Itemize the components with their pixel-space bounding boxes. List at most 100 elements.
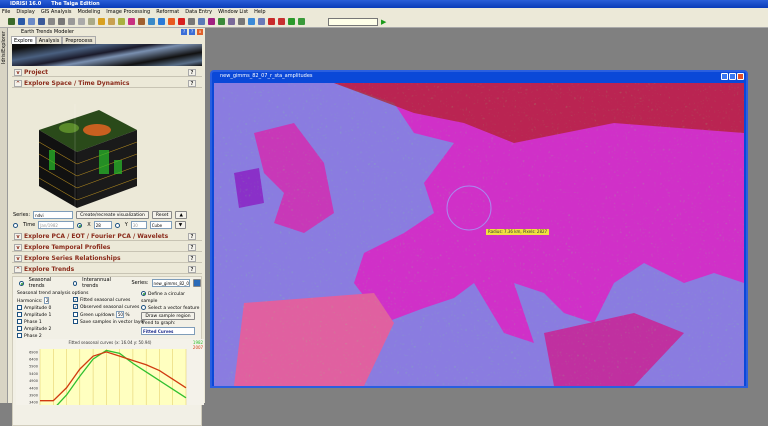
toolbar-tool-icon[interactable] [98,18,105,25]
idrisi-explorer-tab[interactable]: IdrisiExplorer [0,28,8,403]
y-radio[interactable] [114,222,120,228]
series-select[interactable]: ndvi [33,211,74,219]
section-relationships[interactable]: v Explore Series Relationships? [12,254,202,263]
time-select[interactable]: Jan/1982 [38,221,75,229]
toolbar-tool-icon[interactable] [238,18,245,25]
section-trends[interactable]: ^ Explore Trends? [12,265,202,274]
check-item[interactable]: Amplitude 2 [17,326,88,333]
expand-icon[interactable]: v [14,69,22,76]
menu-reformat[interactable]: Reformat [156,8,179,16]
harmonics-spinner[interactable]: 2 [43,297,50,304]
interannual-radio[interactable] [72,280,78,286]
circular-sample-radio[interactable] [141,291,146,296]
green-spinner[interactable]: 50 [115,311,124,318]
toolbar-tool-icon[interactable] [298,18,305,25]
section-pca[interactable]: v Explore PCA / EOT / Fourier PCA / Wavel… [12,232,202,241]
toolbar-tool-icon[interactable] [68,18,75,25]
toolbar-tool-icon[interactable] [228,18,235,25]
collapse-icon[interactable]: ^ [14,80,22,87]
toolbar-tool-icon[interactable] [198,18,205,25]
checkbox[interactable] [17,305,22,310]
checkbox[interactable] [17,312,22,317]
toolbar-tool-icon[interactable] [178,18,185,25]
play-icon[interactable]: ▶ [381,18,386,26]
shape-select[interactable]: Cube [149,221,172,229]
help-icon[interactable]: ? [181,29,187,35]
menu-display[interactable]: Display [16,8,34,16]
seasonal-radio[interactable] [19,280,24,286]
time-radio[interactable] [13,222,18,228]
minimize-icon[interactable] [721,73,728,80]
toolbar-tool-icon[interactable] [28,18,35,25]
toolbar-dropdown[interactable] [328,17,378,26]
checkbox[interactable] [17,319,22,324]
y-select[interactable]: 30 [130,221,147,229]
help-button[interactable]: ? [188,233,196,240]
x-radio[interactable] [77,222,83,228]
expand-icon[interactable]: v [14,233,22,240]
amplitude-map[interactable]: Radius: 7.36 km, Pixels: 2827 [214,83,744,386]
toolbar-tool-icon[interactable] [138,18,145,25]
help-button[interactable]: ? [188,266,196,273]
reset-button[interactable]: Reset [151,211,173,219]
menu-window-list[interactable]: Window List [218,8,248,16]
toolbar-tool-icon[interactable] [258,18,265,25]
toolbar-tool-icon[interactable] [158,18,165,25]
map-window[interactable]: new_gimms_82_07_r_sta_amplitudes Radius:… [210,70,748,388]
close-icon[interactable]: x [197,29,203,35]
toolbar-tool-icon[interactable] [208,18,215,25]
help-button[interactable]: ? [188,255,196,262]
toolbar-tool-icon[interactable] [108,18,115,25]
section-project[interactable]: v Project? [12,68,202,77]
section-space-time[interactable]: ^ Explore Space / Time Dynamics? [12,79,202,88]
trend-graph-select[interactable]: Fitted Curves [141,327,195,335]
create-visualization-button[interactable]: Create/recreate visualization [76,211,149,219]
fitted-checkbox[interactable]: ✓ [73,297,78,302]
up-button[interactable]: ▲ [175,211,187,219]
toolbar-tool-icon[interactable] [58,18,65,25]
toolbar-tool-icon[interactable] [168,18,175,25]
toolbar-tool-icon[interactable] [148,18,155,25]
help-button[interactable]: ? [188,80,196,87]
maximize-icon[interactable] [729,73,736,80]
trend-series-select[interactable]: new_gimms_82_0 [151,279,190,287]
tab-preprocess[interactable]: Preprocess [62,36,96,44]
menu-help[interactable]: Help [254,8,265,16]
toolbar-tool-icon[interactable] [88,18,95,25]
down-button[interactable]: ▼ [174,221,187,229]
map-window-title-bar[interactable]: new_gimms_82_07_r_sta_amplitudes [212,72,746,81]
toolbar-tool-icon[interactable] [48,18,55,25]
toolbar-tool-icon[interactable] [248,18,255,25]
observed-checkbox[interactable]: ✓ [73,304,78,309]
toolbar-tool-icon[interactable] [8,18,15,25]
help-icon[interactable]: ? [189,29,195,35]
toolbar-tool-icon[interactable] [118,18,125,25]
section-profiles[interactable]: v Explore Temporal Profiles? [12,243,202,252]
green-checkbox[interactable] [73,312,78,317]
toolbar-tool-icon[interactable] [288,18,295,25]
menu-modeling[interactable]: Modeling [78,8,101,16]
toolbar-tool-icon[interactable] [268,18,275,25]
toolbar-tool-icon[interactable] [188,18,195,25]
help-button[interactable]: ? [188,69,196,76]
menu-image-processing[interactable]: Image Processing [106,8,150,16]
menu-gis-analysis[interactable]: GIS Analysis [41,8,72,16]
toolbar-tool-icon[interactable] [218,18,225,25]
toolbar-tool-icon[interactable] [38,18,45,25]
help-button[interactable]: ? [188,244,196,251]
checkbox[interactable] [17,326,22,331]
toolbar-tool-icon[interactable] [128,18,135,25]
tab-analysis[interactable]: Analysis [35,36,63,44]
draw-sample-button[interactable]: Draw sample region [141,312,195,320]
toolbar-tool-icon[interactable] [78,18,85,25]
vector-feature-radio[interactable] [141,305,146,310]
toolbar-tool-icon[interactable] [278,18,285,25]
browse-button[interactable] [192,279,201,287]
menu-data-entry[interactable]: Data Entry [185,8,212,16]
tab-explore[interactable]: Explore [11,36,36,44]
space-time-cube-visualization[interactable] [9,90,205,210]
expand-icon[interactable]: v [14,244,22,251]
toolbar-tool-icon[interactable] [18,18,25,25]
collapse-icon[interactable]: ^ [14,266,22,273]
menu-file[interactable]: File [2,8,10,16]
